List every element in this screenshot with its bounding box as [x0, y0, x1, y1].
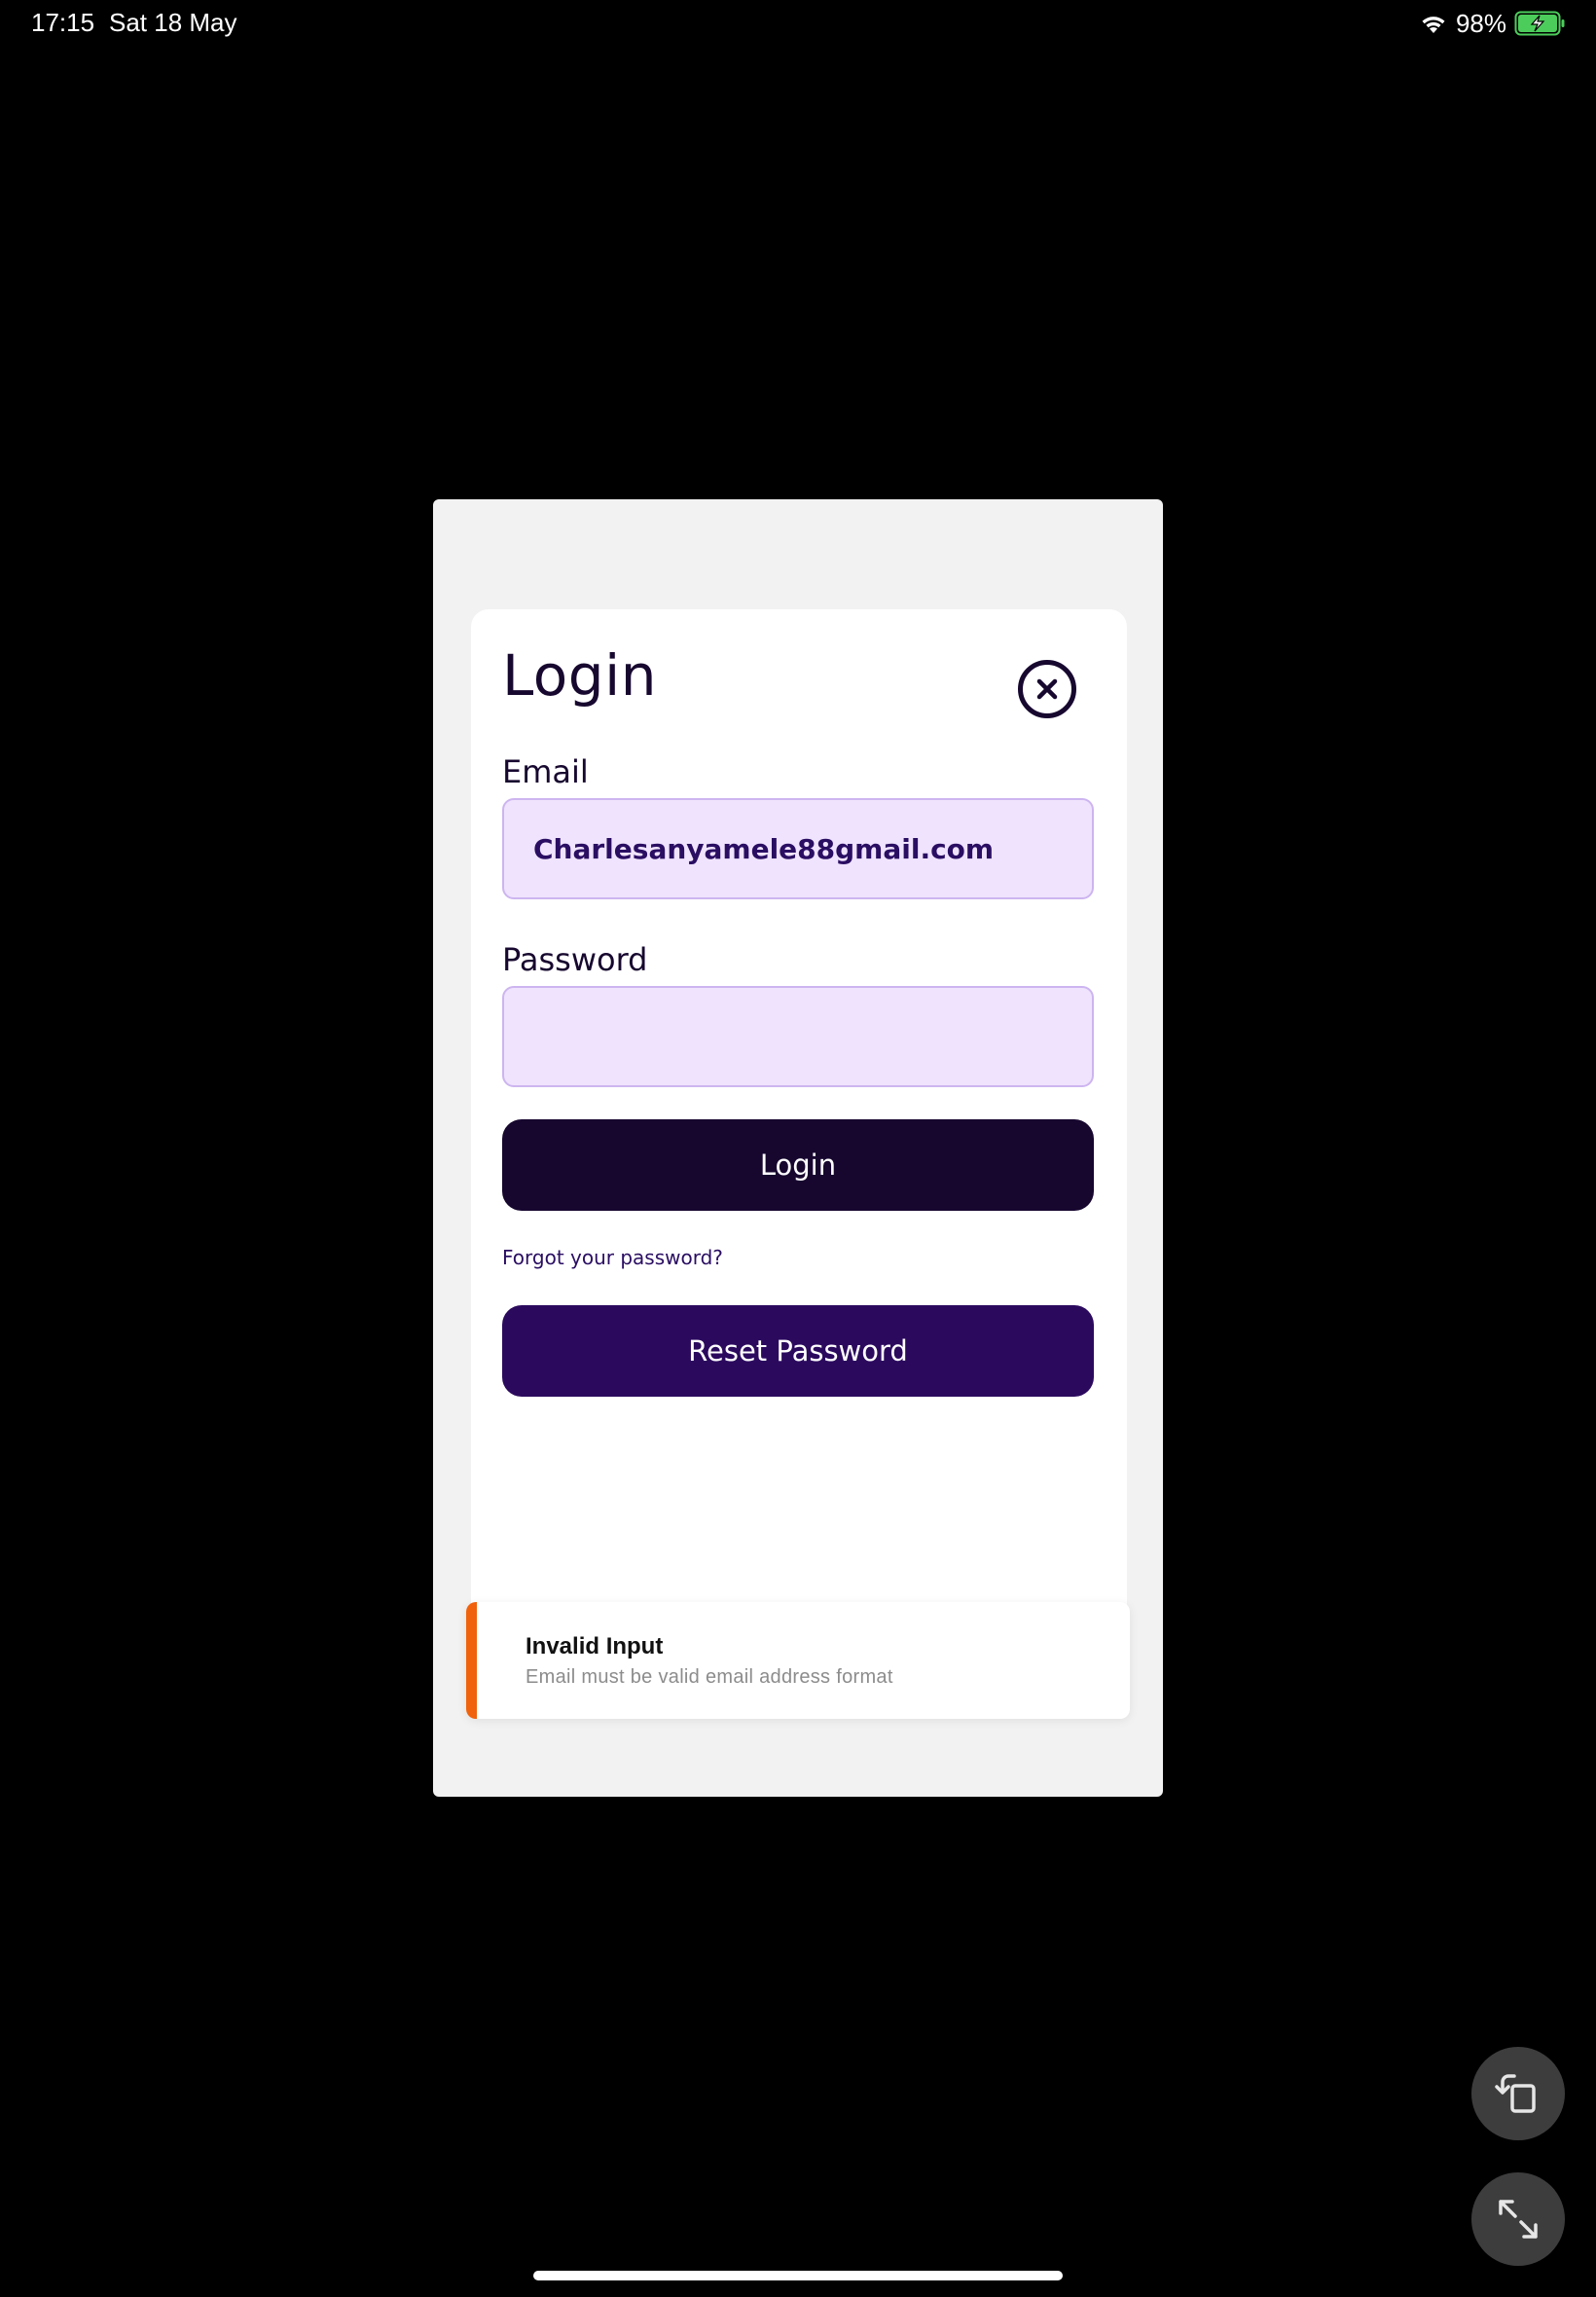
reset-password-button[interactable]: Reset Password [502, 1305, 1094, 1397]
email-field[interactable] [502, 798, 1094, 899]
battery-charging-icon [1514, 11, 1565, 36]
status-indicators: 98% [1419, 8, 1567, 39]
wifi-icon [1422, 17, 1445, 33]
login-card: Login Email Password Login Forgot your p… [471, 609, 1127, 1709]
toast-title: Invalid Input [526, 1633, 664, 1659]
error-toast[interactable]: Invalid Input Email must be valid email … [466, 1602, 1130, 1719]
toast-message: Email must be valid email address format [526, 1666, 893, 1688]
login-button[interactable]: Login [502, 1119, 1094, 1211]
rotate-window-icon [1495, 2074, 1536, 2113]
status-bar: 17:15 Sat 18 May 98% [0, 0, 1596, 47]
login-title: Login [502, 642, 657, 709]
status-time: 17:15 [31, 8, 95, 37]
rotate-button[interactable] [1471, 2047, 1565, 2140]
home-indicator[interactable] [533, 2271, 1063, 2280]
expand-button[interactable] [1471, 2172, 1565, 2266]
forgot-password-link[interactable]: Forgot your password? [502, 1246, 723, 1269]
toast-accent-bar [466, 1602, 477, 1719]
close-circle-icon [1036, 678, 1058, 700]
email-label: Email [502, 753, 589, 790]
battery-percent: 98% [1455, 8, 1506, 38]
status-date: Sat 18 May [109, 8, 237, 37]
expand-arrows-icon [1499, 2200, 1538, 2239]
password-label: Password [502, 941, 648, 978]
close-button[interactable] [1018, 660, 1076, 718]
password-field[interactable] [502, 986, 1094, 1087]
